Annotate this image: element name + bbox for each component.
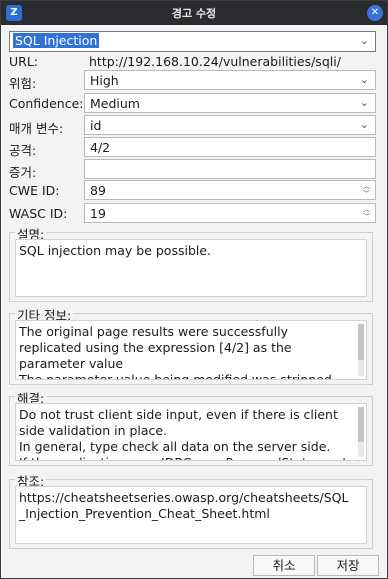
spinner-arrows-icon[interactable]: ︿ ﹀ xyxy=(361,205,372,221)
chevron-down-icon: ⌄ xyxy=(359,118,369,131)
solution-text: Do not trust client side input, even if … xyxy=(19,407,347,460)
chevron-down-icon: ⌄ xyxy=(359,73,369,86)
parameter-label: 매개 변수: xyxy=(9,121,64,136)
spinner-arrows-icon[interactable]: ︿ ﹀ xyxy=(361,182,372,198)
url-value: http://192.168.10.24/vulnerabilities/sql… xyxy=(89,54,341,69)
wasc-id-value: 19 xyxy=(90,206,106,221)
scroll-thumb[interactable] xyxy=(358,324,364,361)
scroll-thumb[interactable] xyxy=(358,407,364,442)
cwe-id-label: CWE ID: xyxy=(9,183,60,198)
reference-text: https://cheatsheetseries.owasp.org/cheat… xyxy=(19,490,349,521)
title-bar: Z 경고 수정 ✕ xyxy=(1,1,387,25)
other-info-text: The original page results were successfu… xyxy=(19,324,332,380)
evidence-input[interactable] xyxy=(84,159,376,179)
description-section: 설명: SQL injection may be possible. xyxy=(9,224,373,302)
other-info-textarea[interactable]: The original page results were successfu… xyxy=(15,320,367,380)
description-text: SQL injection may be possible. xyxy=(19,243,212,258)
cwe-id-spinner[interactable]: 89 ︿ ﹀ xyxy=(84,180,376,200)
parameter-select[interactable]: id ⌄ xyxy=(84,115,376,135)
alert-name-value: SQL Injection xyxy=(13,33,100,48)
window-title: 경고 수정 xyxy=(171,7,217,20)
risk-value: High xyxy=(90,73,119,88)
close-icon[interactable]: ✕ xyxy=(367,5,383,21)
attack-input[interactable]: 4/2 xyxy=(84,137,376,157)
description-textarea[interactable]: SQL injection may be possible. xyxy=(15,239,367,297)
other-info-section: 기타 정보: The original page results were su… xyxy=(9,305,373,385)
reference-section: 참조: https://cheatsheetseries.owasp.org/c… xyxy=(9,471,373,549)
solution-scrollbar[interactable] xyxy=(358,407,364,457)
edit-alert-dialog: Z 경고 수정 ✕ SQL Injection ⌄ URL: http://19… xyxy=(0,0,388,579)
confidence-value: Medium xyxy=(90,96,140,111)
cancel-button[interactable]: 취소 xyxy=(253,555,315,576)
wasc-id-spinner[interactable]: 19 ︿ ﹀ xyxy=(84,203,376,223)
url-label: URL: xyxy=(9,54,39,69)
confidence-label: Confidence: xyxy=(9,96,84,111)
reference-textarea[interactable]: https://cheatsheetseries.owasp.org/cheat… xyxy=(15,486,367,544)
alert-name-select[interactable]: SQL Injection ⌄ xyxy=(9,31,376,52)
chevron-down-icon: ⌄ xyxy=(359,34,369,47)
confidence-select[interactable]: Medium ⌄ xyxy=(84,93,376,113)
parameter-value: id xyxy=(90,118,102,133)
solution-textarea[interactable]: Do not trust client side input, even if … xyxy=(15,403,367,461)
evidence-label: 증거: xyxy=(9,165,37,180)
chevron-down-icon: ⌄ xyxy=(359,96,369,109)
wasc-id-label: WASC ID: xyxy=(9,206,68,221)
other-info-scrollbar[interactable] xyxy=(358,324,364,376)
save-button[interactable]: 저장 xyxy=(317,555,379,576)
cwe-id-value: 89 xyxy=(90,183,106,198)
attack-label: 공격: xyxy=(9,143,37,158)
risk-select[interactable]: High ⌄ xyxy=(84,70,376,90)
solution-section: 해결: Do not trust client side input, even… xyxy=(9,388,373,466)
attack-value: 4/2 xyxy=(90,140,111,155)
risk-label: 위험: xyxy=(9,76,37,91)
